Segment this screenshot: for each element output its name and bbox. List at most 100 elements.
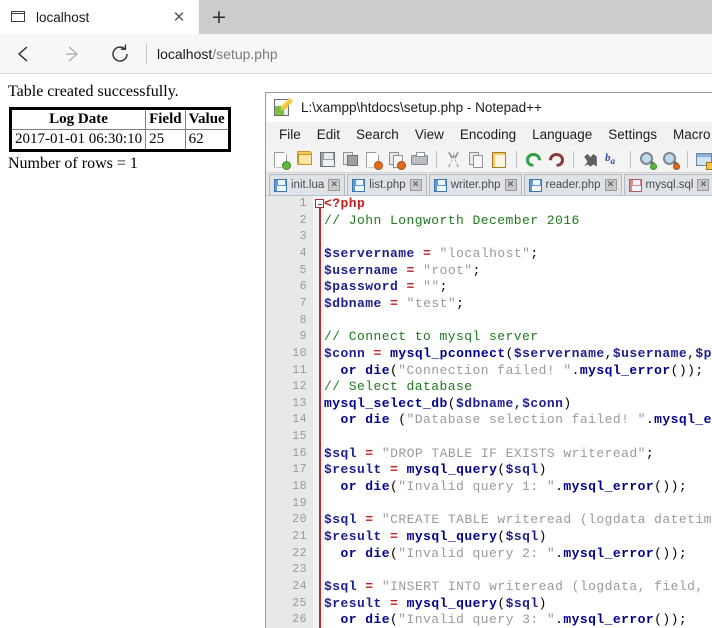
code-token: // John Longworth December 2016 (324, 212, 580, 228)
close-icon[interactable]: ✕ (504, 179, 517, 191)
toolbar-divider (630, 151, 631, 168)
results-table: Log Date Field Value 2017-01-01 06:30:10… (9, 107, 231, 152)
menu-item-macro[interactable]: Macro (665, 127, 712, 142)
code-line: $servername = "localhost"; (324, 246, 539, 261)
fold-guide-line (319, 208, 321, 628)
save-icon[interactable] (317, 149, 338, 171)
code-token: $result (324, 462, 382, 478)
menu-item-settings[interactable]: Settings (600, 127, 665, 142)
cell-log-date: 2017-01-01 06:30:10 (9, 129, 147, 151)
fold-collapse-icon[interactable] (315, 199, 324, 208)
code-line: $password = ""; (324, 279, 448, 294)
document-tab-reader-php[interactable]: reader.php ✕ (523, 174, 622, 195)
browser-tab-localhost[interactable]: localhost ✕ (0, 0, 199, 34)
menu-item-language[interactable]: Language (524, 127, 600, 142)
line-number: 26 (292, 613, 307, 627)
code-token: = (406, 262, 415, 278)
code-token: ()); (654, 612, 688, 628)
code-token: ) (538, 529, 547, 544)
paste-icon[interactable] (489, 149, 510, 171)
replace-icon[interactable]: ba (603, 149, 624, 171)
cut-icon[interactable] (443, 149, 464, 171)
code-token: mysql_e (654, 412, 712, 428)
open-file-icon[interactable] (294, 149, 315, 171)
code-token: "DROP TABLE IF EXISTS writeread" (381, 445, 646, 461)
sync-vertical-icon[interactable] (694, 149, 712, 171)
code-token: . (645, 412, 655, 428)
code-token: ) (538, 595, 547, 611)
code-token: $pa (695, 345, 712, 361)
line-number: 15 (292, 430, 307, 444)
close-icon[interactable]: ✕ (604, 179, 617, 191)
menu-item-file[interactable]: File (271, 127, 309, 142)
code-editor[interactable]: 1 2 3 4 5 6 7 8 9 10 11 12 13 14 15 16 17 18 19 20 21 22 23 24 2… (266, 196, 712, 628)
save-blue-icon (433, 178, 447, 192)
line-number: 1 (299, 197, 307, 210)
divider (146, 42, 147, 65)
code-token: $result (324, 595, 382, 611)
close-icon[interactable]: ✕ (697, 179, 710, 191)
line-number: 13 (292, 396, 307, 410)
code-token: or die (340, 612, 391, 628)
code-token: ( (447, 395, 457, 411)
redo-icon[interactable] (546, 149, 567, 171)
code-token: $result (324, 529, 382, 544)
close-all-icon[interactable] (386, 149, 407, 171)
code-token: ; (530, 245, 539, 261)
menu-item-view[interactable]: View (407, 127, 452, 142)
zoom-out-icon[interactable] (660, 149, 681, 171)
undo-icon[interactable] (523, 149, 544, 171)
code-token: $sql (324, 445, 358, 461)
notepad-document-tabs: init.lua ✕ list.php ✕ writer.php ✕ reade… (266, 173, 712, 196)
line-number: 10 (292, 346, 307, 360)
reload-button[interactable] (96, 34, 144, 74)
document-tab-init-lua[interactable]: init.lua ✕ (269, 174, 346, 195)
notepad-plus-plus-window[interactable]: L:\xampp\htdocs\setup.php - Notepad++ Fi… (265, 92, 712, 628)
copy-icon[interactable] (466, 149, 487, 171)
new-file-icon[interactable] (271, 149, 292, 171)
save-blue-icon (274, 178, 287, 192)
code-token: . (571, 362, 580, 378)
document-tab-list-php[interactable]: list.php ✕ (347, 174, 427, 195)
close-icon[interactable]: ✕ (171, 9, 187, 25)
new-tab-button[interactable]: + (199, 0, 239, 34)
back-button[interactable] (0, 34, 48, 74)
line-number: 17 (292, 463, 307, 477)
address-bar[interactable]: localhost/setup.php (157, 46, 278, 62)
menu-item-encoding[interactable]: Encoding (452, 127, 524, 142)
code-token: "" (423, 279, 440, 295)
menu-item-edit[interactable]: Edit (309, 127, 348, 142)
menu-item-search[interactable]: Search (348, 127, 407, 142)
close-icon[interactable]: ✕ (409, 179, 422, 191)
print-icon[interactable] (409, 149, 430, 171)
save-all-icon[interactable] (340, 149, 361, 171)
code-line: // John Longworth December 2016 (324, 213, 580, 228)
cell-field: 25 (145, 129, 186, 151)
forward-button[interactable] (48, 34, 96, 74)
close-icon[interactable]: ✕ (328, 179, 341, 191)
document-tab-mysql-sql[interactable]: mysql.sql ✕ (623, 174, 712, 195)
code-token: "INSERT INTO writeread (logdata, field, … (381, 578, 712, 594)
notepad-title-bar[interactable]: L:\xampp\htdocs\setup.php - Notepad++ (266, 93, 712, 122)
status-message: Table created successfully. (8, 83, 179, 100)
line-number: 3 (299, 230, 307, 244)
toolbar-divider (436, 151, 437, 168)
document-tab-writer-php[interactable]: writer.php ✕ (428, 174, 522, 195)
code-token: "Invalid query 3: " (398, 612, 556, 628)
zoom-in-icon[interactable] (637, 149, 658, 171)
close-file-icon[interactable] (363, 149, 384, 171)
line-number: 25 (292, 596, 307, 610)
find-icon[interactable] (580, 149, 601, 171)
code-text-area[interactable]: <?php // John Longworth December 2016 $ser… (324, 196, 712, 628)
forward-arrow-icon (61, 43, 83, 65)
